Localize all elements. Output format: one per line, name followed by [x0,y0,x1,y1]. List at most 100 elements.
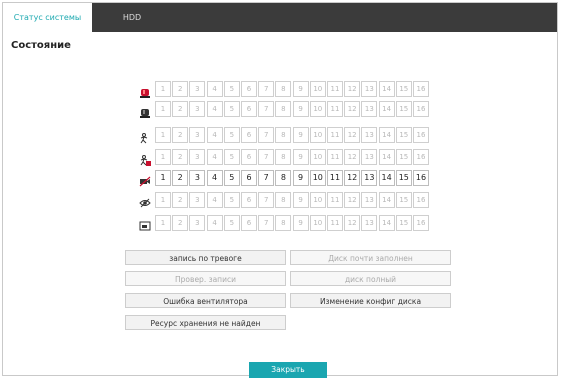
channel-cell: 16 [413,101,429,117]
channel-cell: 4 [206,215,223,231]
channel-cell: 13 [361,101,378,117]
channel-cell: 4 [206,81,223,97]
channel-cell: 9 [292,81,309,97]
channel-cell: 4 [206,127,223,143]
channel-cell: 13 [361,215,378,231]
channel-cell: 11 [327,215,343,231]
channel-cell: 9 [292,101,309,117]
tab-hdd[interactable]: HDD [92,3,172,32]
channel-cell: 8 [275,101,292,117]
disk-almost-full-button[interactable]: Диск почти заполнен [290,250,451,265]
channel-cell: 6 [241,127,257,143]
channel-cell: 5 [223,170,240,186]
channel-cell: 6 [241,101,257,117]
channel-cell: 7 [258,127,275,143]
video-loss-icon [139,172,151,187]
channel-cell: 10 [309,81,326,97]
channel-cell: 14 [378,192,395,208]
alarm-output-icon [139,103,151,118]
channel-cell: 10 [309,192,326,208]
channel-cell: 16 [413,170,429,186]
channel-cell: 8 [275,192,292,208]
channel-cell: 3 [189,192,206,208]
page-title: Состояние [11,40,71,51]
channel-cell: 5 [223,81,240,97]
channel-cell: 3 [189,215,206,231]
channel-cell: 3 [189,170,206,186]
channel-cell: 11 [327,127,343,143]
channel-cell: 12 [344,81,361,97]
channel-cell: 1 [155,170,171,186]
channel-cell: 8 [275,127,292,143]
channel-cell: 16 [413,192,429,208]
channel-cell: 1 [155,215,171,231]
channel-cell: 15 [395,101,412,117]
channel-cell: 13 [361,127,378,143]
channel-cell: 5 [223,127,240,143]
channel-cell: 7 [258,149,275,165]
channel-cell: 2 [172,127,189,143]
channel-cell: 14 [378,127,395,143]
channel-cell: 2 [172,149,189,165]
storage-not-found-button[interactable]: Ресурс хранения не найден [125,315,286,330]
channel-cell: 1 [155,192,171,208]
channel-cell: 2 [172,170,189,186]
channel-cell: 13 [361,170,378,186]
channel-cell: 2 [172,192,189,208]
channel-cell: 16 [413,215,429,231]
channel-cell: 5 [223,215,240,231]
channel-cell: 14 [378,101,395,117]
channel-cell: 10 [309,170,326,186]
channel-cell: 4 [206,192,223,208]
tab-bar: Статус системы HDD [3,3,557,32]
motion-alarm-icon [139,151,151,166]
fan-error-button[interactable]: Ошибка вентилятора [125,293,286,308]
motion-detect-icon [139,129,151,144]
channel-cell: 2 [172,81,189,97]
channel-cell: 6 [241,149,257,165]
channel-cell: 6 [241,81,257,97]
alarm-siren-icon [139,83,151,98]
channel-cell: 9 [292,192,309,208]
channel-cell: 1 [155,149,171,165]
channel-cell: 15 [395,170,412,186]
channel-cell: 8 [275,215,292,231]
channel-cell: 9 [292,215,309,231]
channel-cell: 8 [275,149,292,165]
channel-cell: 14 [378,149,395,165]
channel-cell: 16 [413,149,429,165]
channel-cell: 13 [361,81,378,97]
record-check-button[interactable]: Провер. записи [125,271,286,286]
close-button[interactable]: Закрыть [249,362,327,378]
channel-cell: 15 [395,192,412,208]
channel-cell: 12 [344,170,361,186]
channel-cell: 8 [275,170,292,186]
channel-cell: 4 [206,101,223,117]
channel-cell: 10 [309,101,326,117]
channel-cell: 12 [344,192,361,208]
channel-cell: 12 [344,149,361,165]
channel-cell: 3 [189,149,206,165]
channel-cell: 14 [378,170,395,186]
channel-cell: 9 [292,170,309,186]
channel-cell: 4 [206,170,223,186]
channel-cell: 1 [155,101,171,117]
channel-cell: 12 [344,215,361,231]
channel-cell: 6 [241,170,257,186]
channel-cell: 1 [155,81,171,97]
channel-cell: 2 [172,101,189,117]
disk-full-button[interactable]: диск полный [290,271,451,286]
alarm-record-button[interactable]: запись по тревоге [125,250,286,265]
channel-cell: 1 [155,127,171,143]
channel-cell: 3 [189,101,206,117]
channel-cell: 11 [327,149,343,165]
channel-cell: 2 [172,215,189,231]
channel-cell: 14 [378,81,395,97]
tab-system-status[interactable]: Статус системы [3,3,92,32]
channel-cell: 15 [395,149,412,165]
disk-config-change-button[interactable]: Изменение конфиг диска [290,293,451,308]
channel-cell: 14 [378,215,395,231]
channel-cell: 16 [413,81,429,97]
channel-cell: 15 [395,127,412,143]
channel-cell: 7 [258,192,275,208]
